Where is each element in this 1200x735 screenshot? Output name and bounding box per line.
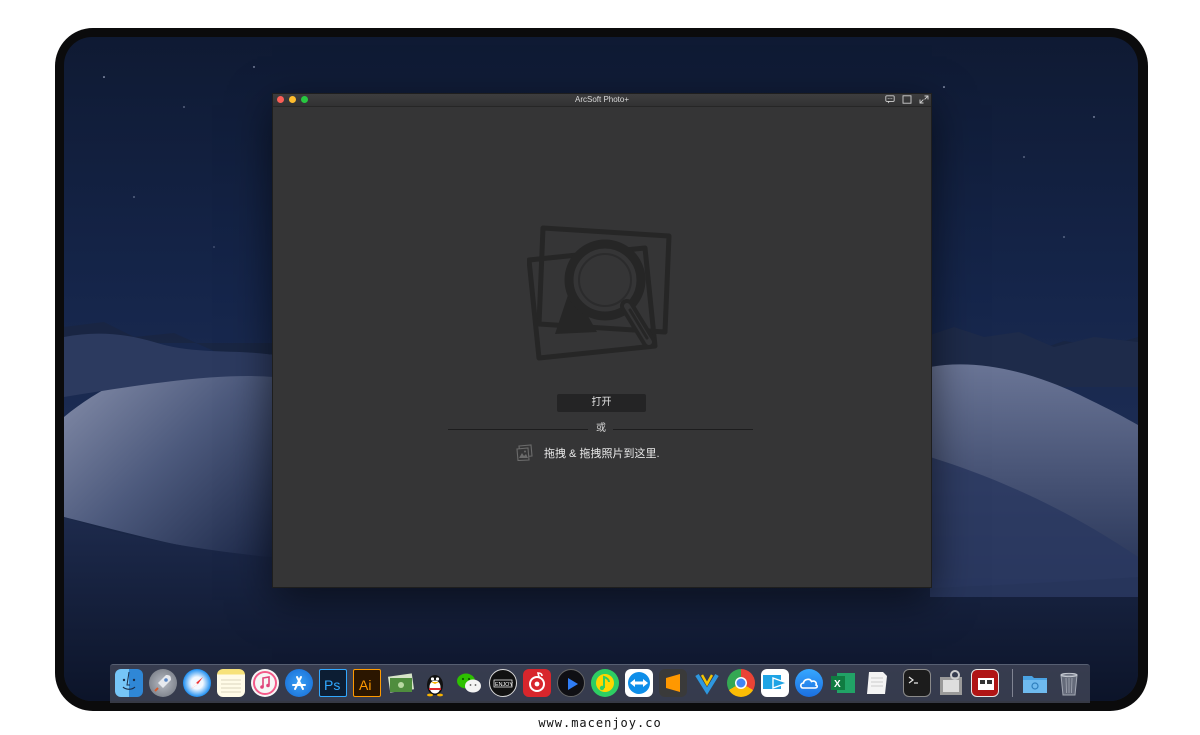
finder-icon[interactable]: [115, 669, 143, 697]
separator-right: [613, 429, 753, 430]
safari-compass-icon[interactable]: [183, 669, 211, 697]
folder-icon[interactable]: [1021, 669, 1049, 697]
window-title: ArcSoft Photo+: [574, 95, 630, 104]
dock-divider: [1012, 669, 1013, 697]
svg-text:ENJOY: ENJOY: [495, 682, 513, 688]
preview-icon[interactable]: [937, 669, 965, 697]
footer-url: www.macenjoy.co: [538, 716, 662, 730]
excel-icon[interactable]: X: [829, 669, 857, 697]
fullscreen-icon[interactable]: [919, 95, 929, 104]
launchpad-rocket-icon[interactable]: [149, 669, 177, 697]
svg-text:Ai: Ai: [359, 677, 371, 693]
chat-icon[interactable]: [885, 95, 895, 104]
app-window: ArcSoft Photo+ 打开 或 拖拽 & 拖拽照片到这里.: [272, 93, 932, 588]
notes-icon[interactable]: [217, 669, 245, 697]
or-label: 或: [596, 423, 606, 434]
chrome-icon[interactable]: [727, 669, 755, 697]
photo-search-icon: [527, 225, 672, 361]
image-drop-icon: [516, 444, 533, 461]
money-icon[interactable]: [387, 669, 415, 697]
svg-text:Ps: Ps: [324, 677, 340, 693]
teamviewer-icon[interactable]: [625, 669, 653, 697]
title-bar[interactable]: ArcSoft Photo+: [273, 94, 931, 107]
sublime-icon[interactable]: [659, 669, 687, 697]
cloud-icon[interactable]: [795, 669, 823, 697]
photo-booth-icon[interactable]: [971, 669, 999, 697]
document-icon[interactable]: [863, 669, 891, 697]
qq-music-icon[interactable]: [591, 669, 619, 697]
network-icon[interactable]: [693, 669, 721, 697]
illustrator-icon[interactable]: Ai: [353, 669, 381, 697]
drop-hint-text: 拖拽 & 拖拽照片到这里.: [544, 448, 660, 460]
separator-left: [448, 429, 588, 430]
enjoy-icon[interactable]: ENJOY: [489, 669, 517, 697]
open-button[interactable]: 打开: [557, 394, 646, 412]
qq-penguin-icon[interactable]: [421, 669, 449, 697]
migration-arrow-icon[interactable]: [761, 669, 789, 697]
terminal-icon[interactable]: [903, 669, 931, 697]
app-store-icon[interactable]: [285, 669, 313, 697]
svg-text:X: X: [834, 679, 841, 690]
window-toggle-icon[interactable]: [902, 95, 912, 104]
netease-music-icon[interactable]: [523, 669, 551, 697]
play-icon[interactable]: [557, 669, 585, 697]
photoshop-icon[interactable]: Ps: [319, 669, 347, 697]
wechat-icon[interactable]: [455, 669, 483, 697]
music-note-icon[interactable]: [251, 669, 279, 697]
trash-icon[interactable]: [1055, 669, 1083, 697]
